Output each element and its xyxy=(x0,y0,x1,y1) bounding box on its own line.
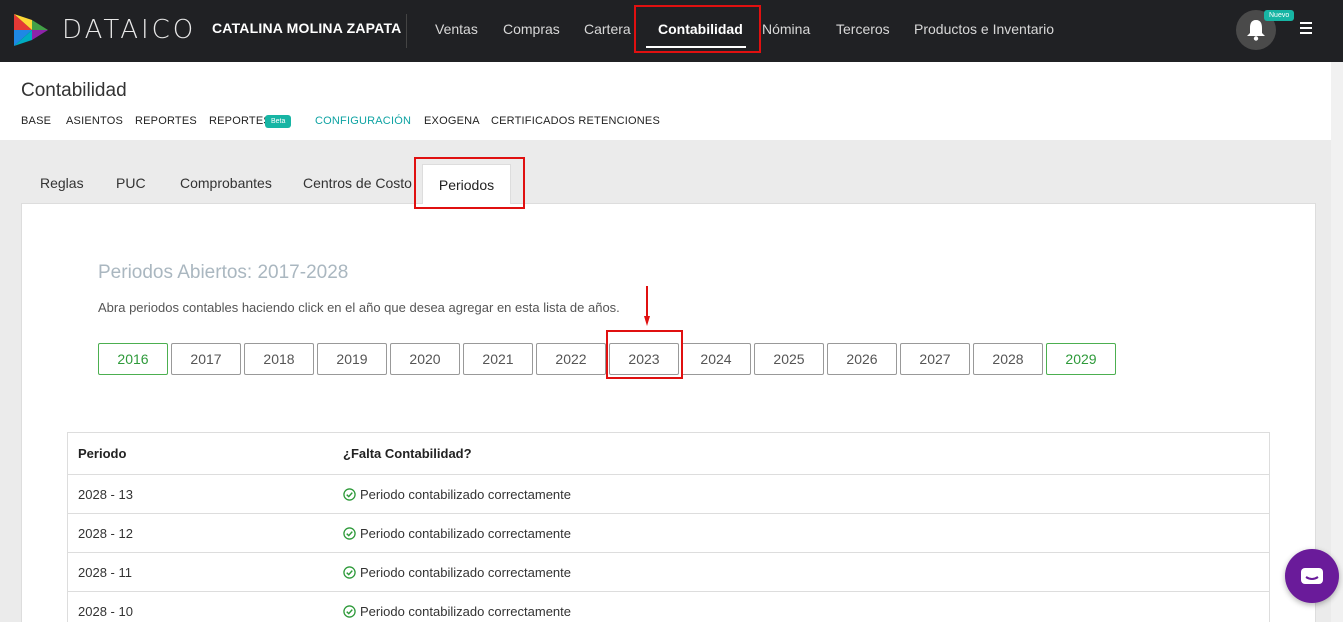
check-circle-icon xyxy=(343,566,356,579)
company-name[interactable]: CATALINA MOLINA ZAPATA xyxy=(212,20,401,36)
status-cell: Periodo contabilizado correctamente xyxy=(343,604,571,619)
tab-puc[interactable]: PUC xyxy=(116,175,146,191)
nav-compras[interactable]: Compras xyxy=(503,21,560,37)
status-cell: Periodo contabilizado correctamente xyxy=(343,565,571,580)
year-button-2027[interactable]: 2027 xyxy=(900,343,970,375)
periods-table: Periodo ¿Falta Contabilidad? 2028 - 13 P… xyxy=(67,432,1270,622)
section-header: Contabilidad BASE ASIENTOS REPORTES REPO… xyxy=(0,62,1343,140)
status-text: Periodo contabilizado correctamente xyxy=(360,604,572,619)
subnav-exogena[interactable]: EXOGENA xyxy=(424,115,480,127)
highlight-periodos-tab xyxy=(414,157,525,209)
chat-button[interactable] xyxy=(1285,549,1339,603)
periods-title: Periodos Abiertos: 2017-2028 xyxy=(98,262,349,283)
highlight-contabilidad xyxy=(634,5,761,53)
tab-comprobantes[interactable]: Comprobantes xyxy=(180,175,272,191)
subnav-reportes[interactable]: REPORTES xyxy=(135,115,197,127)
table-row: 2028 - 11 Periodo contabilizado correcta… xyxy=(68,552,1269,591)
page-title: Contabilidad xyxy=(21,80,127,101)
subnav-asientos[interactable]: ASIENTOS xyxy=(66,115,123,127)
year-button-2020[interactable]: 2020 xyxy=(390,343,460,375)
column-header-falta-contabilidad: ¿Falta Contabilidad? xyxy=(343,446,472,461)
year-button-2029[interactable]: 2029 xyxy=(1046,343,1116,375)
subnav-base[interactable]: BASE xyxy=(21,115,51,127)
nav-nomina[interactable]: Nómina xyxy=(762,21,810,37)
divider xyxy=(406,14,407,48)
column-header-periodo: Periodo xyxy=(78,446,127,461)
nav-productos-inventario[interactable]: Productos e Inventario xyxy=(914,21,1054,37)
periods-description: Abra periodos contables haciendo click e… xyxy=(98,300,620,315)
bell-icon xyxy=(1247,20,1265,41)
scrollbar[interactable] xyxy=(1331,62,1343,622)
beta-badge: Beta xyxy=(265,115,292,128)
nav-terceros[interactable]: Terceros xyxy=(836,21,890,37)
status-cell: Periodo contabilizado correctamente xyxy=(343,526,571,541)
status-cell: Periodo contabilizado correctamente xyxy=(343,487,571,502)
period-cell: 2028 - 13 xyxy=(78,487,133,502)
year-button-2022[interactable]: 2022 xyxy=(536,343,606,375)
logo[interactable]: DATAICO xyxy=(12,12,196,48)
menu-icon[interactable] xyxy=(1300,22,1312,37)
new-badge: Nuevo xyxy=(1264,10,1295,21)
logo-text: DATAICO xyxy=(62,15,197,45)
check-circle-icon xyxy=(343,488,356,501)
highlight-year-2023 xyxy=(606,330,683,379)
status-text: Periodo contabilizado correctamente xyxy=(360,526,572,541)
period-cell: 2028 - 11 xyxy=(78,565,132,580)
subnav-certificados-retenciones[interactable]: CERTIFICADOS RETENCIONES xyxy=(491,115,660,127)
year-button-2028[interactable]: 2028 xyxy=(973,343,1043,375)
table-row: 2028 - 10 Periodo contabilizado correcta… xyxy=(68,591,1269,622)
year-button-2024[interactable]: 2024 xyxy=(681,343,751,375)
year-button-2021[interactable]: 2021 xyxy=(463,343,533,375)
status-text: Periodo contabilizado correctamente xyxy=(360,487,572,502)
table-row: 2028 - 13 Periodo contabilizado correcta… xyxy=(68,474,1269,513)
year-button-2017[interactable]: 2017 xyxy=(171,343,241,375)
tab-centros-de-costo[interactable]: Centros de Costo xyxy=(303,175,412,191)
subnav-configuracion[interactable]: CONFIGURACIÓN xyxy=(315,115,411,127)
year-button-2016[interactable]: 2016 xyxy=(98,343,168,375)
year-button-2025[interactable]: 2025 xyxy=(754,343,824,375)
year-button-2026[interactable]: 2026 xyxy=(827,343,897,375)
chat-icon xyxy=(1301,568,1323,584)
check-circle-icon xyxy=(343,605,356,618)
dataico-logo-icon xyxy=(14,14,48,46)
status-text: Periodo contabilizado correctamente xyxy=(360,565,572,580)
subnav-reportes-beta[interactable]: REPORTES xyxy=(209,115,271,127)
period-cell: 2028 - 12 xyxy=(78,526,133,541)
check-circle-icon xyxy=(343,527,356,540)
nav-cartera[interactable]: Cartera xyxy=(584,21,631,37)
nav-ventas[interactable]: Ventas xyxy=(435,21,478,37)
table-row: 2028 - 12 Periodo contabilizado correcta… xyxy=(68,513,1269,552)
period-cell: 2028 - 10 xyxy=(78,604,133,619)
tab-reglas[interactable]: Reglas xyxy=(40,175,84,191)
arrow-down-icon xyxy=(644,286,650,326)
year-button-2018[interactable]: 2018 xyxy=(244,343,314,375)
year-button-2019[interactable]: 2019 xyxy=(317,343,387,375)
